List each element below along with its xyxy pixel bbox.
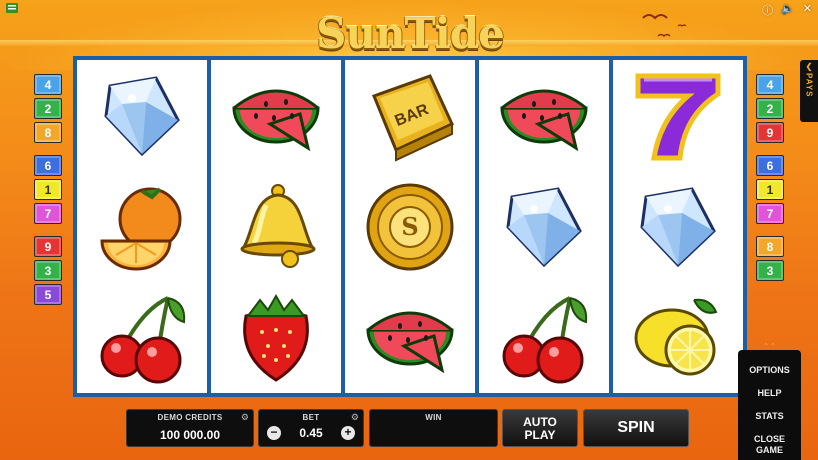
menu-item-close-game[interactable]: CLOSE GAME: [738, 434, 801, 456]
game-logo: SunTide: [290, 6, 530, 60]
pays-tab[interactable]: ❮ PAYS: [800, 60, 818, 122]
chevron-left-icon: ❮: [805, 62, 813, 71]
side-menu: ⌃⌃ OPTIONS HELP STATS CLOSE GAME: [738, 342, 801, 460]
win-panel: WIN: [369, 409, 498, 447]
settings-icon[interactable]: ⚙: [241, 412, 249, 423]
reel-3: BAR S: [345, 60, 475, 393]
reel-1: [77, 60, 207, 393]
bet-value: 0.45: [299, 426, 323, 440]
credits-value: 100 000.00: [159, 428, 221, 442]
payline-marker[interactable]: 1: [756, 179, 784, 200]
bet-decrease-button[interactable]: −: [267, 426, 281, 440]
bet-caption: BET: [302, 413, 320, 422]
reel-4: [479, 60, 609, 393]
svg-text:S: S: [401, 212, 418, 241]
payline-column-right: 4 2 9 6 1 7 8 3: [756, 74, 784, 284]
gold-coin-icon: S: [355, 177, 465, 277]
menu-item-help[interactable]: HELP: [738, 388, 801, 398]
autoplay-label-line2: PLAY: [524, 428, 556, 442]
menu-item-stats[interactable]: STATS: [738, 411, 801, 421]
payline-marker[interactable]: 7: [756, 203, 784, 224]
payline-marker[interactable]: 3: [756, 260, 784, 281]
payline-marker[interactable]: 9: [34, 236, 62, 257]
logo-text: SunTide: [316, 8, 505, 58]
payline-marker[interactable]: 8: [756, 236, 784, 257]
watermelon-icon: [355, 288, 465, 388]
credits-panel: DEMO CREDITS ⚙ 100 000.00: [126, 409, 254, 447]
payline-column-left: 4 2 8 6 1 7 9 3 5: [34, 74, 62, 308]
bar-icon: BAR: [355, 66, 465, 166]
menu-item-options[interactable]: OPTIONS: [738, 365, 801, 375]
payline-marker[interactable]: 2: [34, 98, 62, 119]
payline-marker[interactable]: 2: [756, 98, 784, 119]
bell-icon: [221, 177, 331, 277]
strawberry-icon: [221, 288, 331, 388]
lemon-icon: [623, 288, 733, 388]
autoplay-button[interactable]: AUTO PLAY: [502, 409, 578, 447]
settings-icon[interactable]: ⚙: [351, 412, 359, 423]
diamond-icon: [623, 177, 733, 277]
bet-increase-button[interactable]: +: [340, 426, 355, 440]
payline-marker[interactable]: 9: [756, 122, 784, 143]
info-icon[interactable]: ⓘ: [762, 2, 773, 18]
birds-decoration: [642, 14, 687, 38]
sound-icon[interactable]: 🔈: [781, 2, 795, 18]
seven-icon: [623, 66, 733, 166]
diamond-icon: [489, 177, 599, 277]
payline-marker[interactable]: 1: [34, 179, 62, 200]
bet-panel: BET ⚙ − 0.45 +: [258, 409, 364, 447]
payline-marker[interactable]: 4: [34, 74, 62, 95]
payline-marker[interactable]: 5: [34, 284, 62, 305]
chevron-up-icon[interactable]: ⌃⌃: [738, 342, 801, 352]
payline-marker[interactable]: 8: [34, 122, 62, 143]
payline-marker[interactable]: 3: [34, 260, 62, 281]
win-caption: WIN: [425, 413, 442, 422]
payline-marker[interactable]: 6: [756, 155, 784, 176]
reel-5: [613, 60, 743, 393]
reels-area: BAR S: [73, 56, 747, 397]
spin-button[interactable]: SPIN: [583, 409, 689, 447]
reel-2: [211, 60, 341, 393]
diamond-icon: [87, 66, 197, 166]
cherries-icon: [87, 288, 197, 388]
close-icon[interactable]: ✕: [803, 2, 812, 18]
payline-marker[interactable]: 4: [756, 74, 784, 95]
watermelon-icon: [221, 66, 331, 166]
pays-label: PAYS: [804, 73, 814, 98]
credits-caption: DEMO CREDITS: [157, 413, 223, 422]
watermelon-icon: [489, 66, 599, 166]
top-icons: ⓘ 🔈 ✕: [762, 2, 812, 18]
menu-icon[interactable]: [6, 3, 18, 13]
payline-marker[interactable]: 6: [34, 155, 62, 176]
payline-marker[interactable]: 7: [34, 203, 62, 224]
orange-icon: [87, 177, 197, 277]
cherries-icon: [489, 288, 599, 388]
